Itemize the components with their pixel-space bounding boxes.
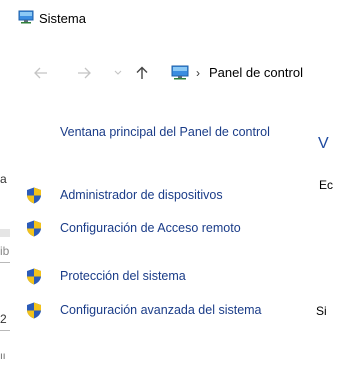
- background-divider: [0, 262, 10, 263]
- up-arrow-icon: [136, 66, 148, 79]
- chevron-down-icon: [114, 70, 122, 75]
- forward-button[interactable]: [75, 56, 93, 90]
- uac-shield-icon: [26, 220, 42, 242]
- system-label-fragment: Si: [316, 304, 327, 318]
- background-text-fragment: ib: [0, 244, 10, 258]
- background-toolbar-strip: [0, 229, 10, 237]
- uac-shield-icon: [26, 302, 42, 324]
- background-text-fragment: 2: [0, 312, 7, 326]
- control-panel-home-link[interactable]: Ventana principal del Panel de control: [60, 124, 280, 141]
- back-button[interactable]: [32, 56, 50, 90]
- sidebar-item-label: Configuración de Acceso remoto: [60, 221, 241, 235]
- sidebar-item-label: Protección del sistema: [60, 269, 186, 283]
- background-text-fragment: ıı: [0, 351, 6, 362]
- background-divider: [0, 330, 10, 331]
- background-text-fragment: a: [0, 172, 7, 186]
- back-arrow-icon: [34, 67, 47, 79]
- content-heading-fragment: V: [318, 135, 329, 152]
- system-window: Sistema › Panel de control Ventana princ…: [10, 0, 339, 365]
- uac-shield-icon: [26, 187, 42, 209]
- system-protection-link[interactable]: Protección del sistema: [26, 268, 286, 285]
- forward-arrow-icon: [78, 67, 91, 79]
- window-title: Sistema: [39, 11, 86, 26]
- uac-shield-icon: [26, 268, 42, 290]
- sidebar-item-label: Administrador de dispositivos: [60, 188, 223, 202]
- title-bar[interactable]: Sistema: [10, 0, 339, 36]
- navigation-bar: › Panel de control: [10, 56, 339, 90]
- breadcrumb-control-panel[interactable]: Panel de control: [209, 65, 303, 81]
- up-button[interactable]: [134, 56, 150, 90]
- advanced-system-settings-link[interactable]: Configuración avanzada del sistema: [26, 302, 286, 336]
- sidebar-item-label: Configuración avanzada del sistema: [60, 303, 262, 317]
- remote-access-settings-link[interactable]: Configuración de Acceso remoto: [26, 220, 286, 254]
- breadcrumb-separator[interactable]: ›: [196, 63, 200, 83]
- recent-locations-dropdown[interactable]: [112, 56, 124, 90]
- control-panel-icon: [171, 65, 189, 85]
- edition-label-fragment: Ec: [319, 178, 334, 192]
- monitor-icon: [18, 10, 34, 29]
- device-manager-link[interactable]: Administrador de dispositivos: [26, 187, 286, 204]
